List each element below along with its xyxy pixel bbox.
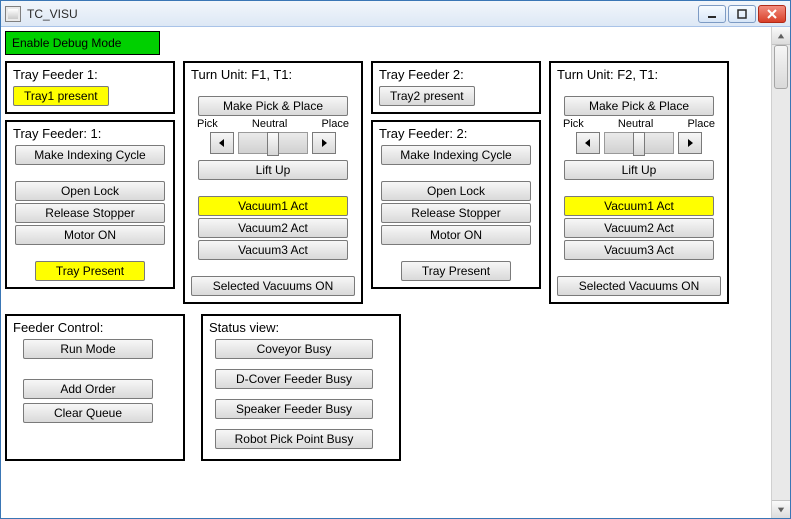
add-order-button[interactable]: Add Order — [23, 379, 153, 399]
neutral-label-1: Neutral — [252, 118, 287, 130]
window-title: TC_VISU — [27, 7, 696, 21]
status-view-panel: Status view: Coveyor Busy D-Cover Feeder… — [201, 314, 401, 461]
tray-feeder-1-header-panel: Tray Feeder 1: Tray1 present — [5, 61, 175, 114]
slider-track-2[interactable] — [604, 132, 674, 154]
vacuum2-act-1-button[interactable]: Vacuum2 Act — [198, 218, 348, 238]
tray-feeder-2-header-panel: Tray Feeder 2: Tray2 present — [371, 61, 541, 114]
slider-left-1-button[interactable] — [210, 132, 234, 154]
scroll-thumb[interactable] — [774, 45, 788, 89]
close-button[interactable] — [758, 5, 786, 23]
scroll-up-button[interactable] — [772, 27, 790, 45]
clear-queue-button[interactable]: Clear Queue — [23, 403, 153, 423]
tray-feeder-2-panel: Tray Feeder: 2: Make Indexing Cycle Open… — [371, 120, 541, 289]
make-indexing-cycle-1-button[interactable]: Make Indexing Cycle — [15, 145, 165, 165]
open-lock-1-button[interactable]: Open Lock — [15, 181, 165, 201]
scroll-down-button[interactable] — [772, 500, 790, 518]
pick-label-2: Pick — [563, 118, 584, 130]
run-mode-button[interactable]: Run Mode — [23, 339, 153, 359]
make-indexing-cycle-2-button[interactable]: Make Indexing Cycle — [381, 145, 531, 165]
open-lock-2-button[interactable]: Open Lock — [381, 181, 531, 201]
turn-unit-2-panel: Turn Unit: F2, T1: Make Pick & Place Pic… — [549, 61, 729, 304]
tray-present-1-button[interactable]: Tray Present — [35, 261, 145, 281]
tray-feeder-1-panel: Tray Feeder: 1: Make Indexing Cycle Open… — [5, 120, 175, 289]
scroll-track[interactable] — [772, 45, 790, 500]
titlebar: TC_VISU — [1, 1, 790, 27]
tray-feeder-1-header-title: Tray Feeder 1: — [13, 67, 167, 82]
vacuum2-act-2-button[interactable]: Vacuum2 Act — [564, 218, 714, 238]
status-view-title: Status view: — [209, 320, 393, 335]
enable-debug-label: Enable Debug Mode — [12, 36, 121, 50]
make-pick-place-1-button[interactable]: Make Pick & Place — [198, 96, 348, 116]
dcover-feeder-busy-button[interactable]: D-Cover Feeder Busy — [215, 369, 373, 389]
vacuum1-act-1-button[interactable]: Vacuum1 Act — [198, 196, 348, 216]
robot-pick-point-busy-button[interactable]: Robot Pick Point Busy — [215, 429, 373, 449]
turn-unit-2-title: Turn Unit: F2, T1: — [557, 67, 721, 82]
slider-left-2-button[interactable] — [576, 132, 600, 154]
conveyor-busy-button[interactable]: Coveyor Busy — [215, 339, 373, 359]
maximize-button[interactable] — [728, 5, 756, 23]
release-stopper-1-button[interactable]: Release Stopper — [15, 203, 165, 223]
slider-track-1[interactable] — [238, 132, 308, 154]
app-window: TC_VISU Enable Debug Mode Tray Feeder 1:… — [0, 0, 791, 519]
vacuum3-act-1-button[interactable]: Vacuum3 Act — [198, 240, 348, 260]
motor-on-1-button[interactable]: Motor ON — [15, 225, 165, 245]
tray2-present-button[interactable]: Tray2 present — [379, 86, 475, 106]
slider-right-2-button[interactable] — [678, 132, 702, 154]
place-label-2: Place — [687, 118, 715, 130]
feeder-control-panel: Feeder Control: Run Mode Add Order Clear… — [5, 314, 185, 461]
speaker-feeder-busy-button[interactable]: Speaker Feeder Busy — [215, 399, 373, 419]
make-pick-place-2-button[interactable]: Make Pick & Place — [564, 96, 714, 116]
turn-unit-1-panel: Turn Unit: F1, T1: Make Pick & Place Pic… — [183, 61, 363, 304]
tray-feeder-2-header-title: Tray Feeder 2: — [379, 67, 533, 82]
selected-vacuums-on-1-button[interactable]: Selected Vacuums ON — [191, 276, 355, 296]
motor-on-2-button[interactable]: Motor ON — [381, 225, 531, 245]
feeder-control-title: Feeder Control: — [13, 320, 177, 335]
pick-label-1: Pick — [197, 118, 218, 130]
turn-unit-1-title: Turn Unit: F1, T1: — [191, 67, 355, 82]
tray1-present-button[interactable]: Tray1 present — [13, 86, 109, 106]
slider-thumb-2[interactable] — [633, 132, 645, 156]
tray-feeder-2-panel-title: Tray Feeder: 2: — [379, 126, 533, 141]
neutral-label-2: Neutral — [618, 118, 653, 130]
selected-vacuums-on-2-button[interactable]: Selected Vacuums ON — [557, 276, 721, 296]
app-icon — [5, 6, 21, 22]
slider-thumb-1[interactable] — [267, 132, 279, 156]
slider-right-1-button[interactable] — [312, 132, 336, 154]
vertical-scrollbar[interactable] — [771, 27, 790, 518]
place-label-1: Place — [321, 118, 349, 130]
release-stopper-2-button[interactable]: Release Stopper — [381, 203, 531, 223]
vacuum1-act-2-button[interactable]: Vacuum1 Act — [564, 196, 714, 216]
minimize-button[interactable] — [698, 5, 726, 23]
vacuum3-act-2-button[interactable]: Vacuum3 Act — [564, 240, 714, 260]
lift-up-1-button[interactable]: Lift Up — [198, 160, 348, 180]
tray-feeder-1-panel-title: Tray Feeder: 1: — [13, 126, 167, 141]
tray-present-2-button[interactable]: Tray Present — [401, 261, 511, 281]
lift-up-2-button[interactable]: Lift Up — [564, 160, 714, 180]
enable-debug-mode-button[interactable]: Enable Debug Mode — [5, 31, 160, 55]
